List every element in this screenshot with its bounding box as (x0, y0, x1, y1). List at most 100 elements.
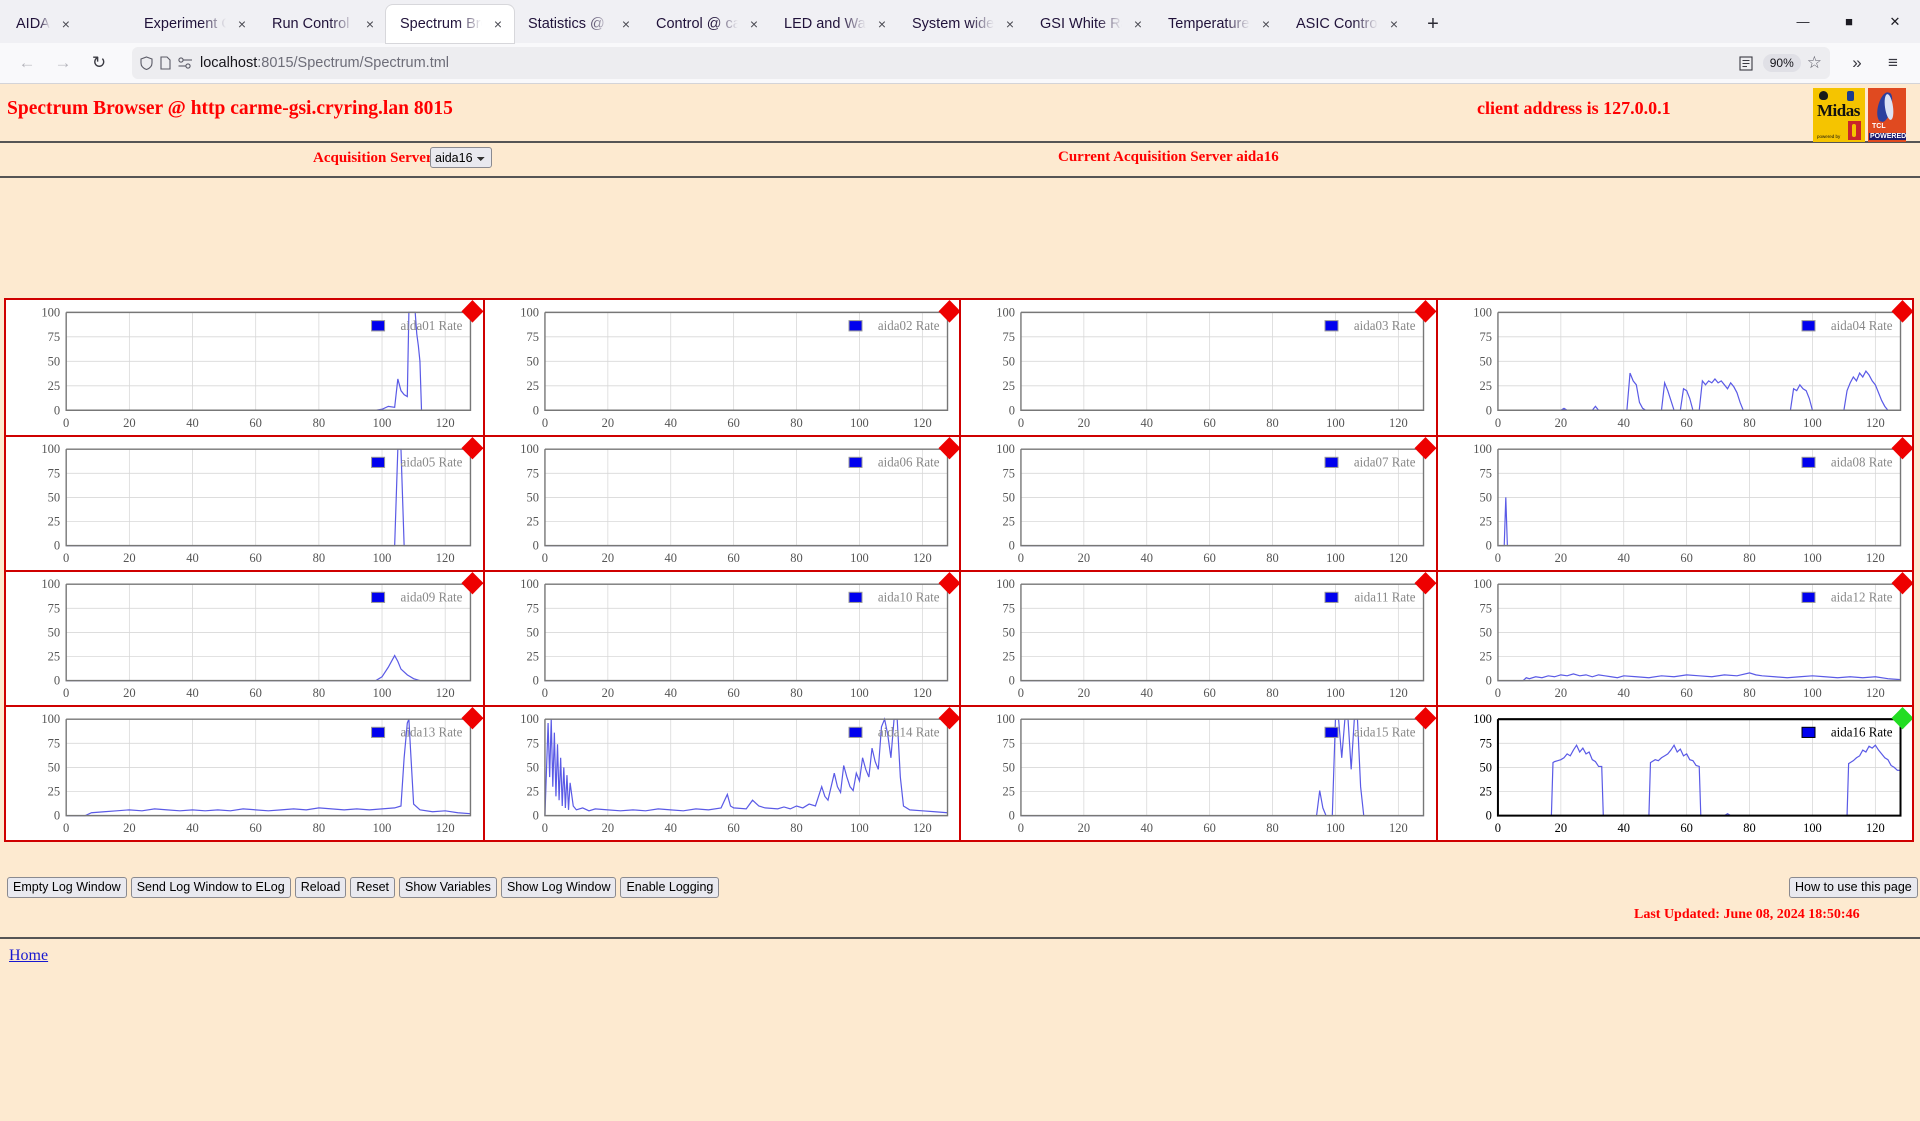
window-maximize-button[interactable]: ■ (1826, 0, 1872, 43)
tab-close-icon[interactable]: × (872, 14, 892, 34)
spectrum-panel[interactable]: 0 25 50 75 100 0 20 40 60 80 100 120 aida02 Rate (482, 300, 959, 435)
browser-tab[interactable]: Temperature and status × (1154, 5, 1282, 43)
browser-tab[interactable]: ASIC Control @ carme-g × (1282, 5, 1410, 43)
svg-text:20: 20 (123, 551, 136, 565)
footer-button[interactable]: Show Variables (399, 877, 497, 898)
shield-icon[interactable] (140, 56, 153, 70)
panel-marker-icon[interactable] (938, 707, 959, 730)
panel-marker-icon[interactable] (1414, 437, 1436, 460)
panel-marker-icon[interactable] (1414, 572, 1436, 595)
browser-tab[interactable]: Spectrum Browser @ carme × (386, 5, 514, 43)
spectrum-panel[interactable]: 0 25 50 75 100 0 20 40 60 80 100 120 aida07 Rate (959, 437, 1436, 570)
how-to-use-button[interactable]: How to use this page (1789, 877, 1918, 898)
spectrum-panel[interactable]: 0 25 50 75 100 0 20 40 60 80 100 120 aida01 Rate (6, 300, 483, 435)
window-minimize-button[interactable]: — (1780, 0, 1826, 43)
panel-marker-icon[interactable] (1414, 707, 1436, 730)
panel-marker-icon[interactable] (461, 437, 483, 460)
divider-footer (0, 937, 1920, 939)
spectrum-panel[interactable]: 0 25 50 75 100 0 20 40 60 80 100 120 aida06 Rate (482, 437, 959, 570)
reload-icon[interactable]: ↻ (82, 47, 116, 79)
tab-close-icon[interactable]: × (488, 14, 508, 34)
spectrum-plot[interactable]: 0 25 50 75 100 0 20 40 60 80 100 120 aida02 Rate (485, 300, 959, 435)
spectrum-plot[interactable]: 0 25 50 75 100 0 20 40 60 80 100 120 aida10 Rate (485, 572, 959, 705)
spectrum-plot[interactable]: 0 25 50 75 100 0 20 40 60 80 100 120 aida14 Rate (485, 707, 959, 840)
browser-tab[interactable]: Statistics @ carme-gsi × (514, 5, 642, 43)
tab-close-icon[interactable]: × (1128, 14, 1148, 34)
spectrum-plot[interactable]: 0 25 50 75 100 0 20 40 60 80 100 120 aida07 Rate (961, 437, 1436, 570)
page-icon[interactable] (160, 56, 171, 70)
spectrum-panel[interactable]: 0 25 50 75 100 0 20 40 60 80 100 120 aida15 Rate (959, 707, 1436, 840)
spectrum-panel[interactable]: 0 25 50 75 100 0 20 40 60 80 100 120 aida03 Rate (959, 300, 1436, 435)
spectrum-plot[interactable]: 0 25 50 75 100 0 20 40 60 80 100 120 aida11 Rate (961, 572, 1436, 705)
zoom-level-badge[interactable]: 90% (1762, 54, 1801, 72)
panel-marker-icon[interactable] (938, 300, 959, 323)
spectrum-panel[interactable]: 0 25 50 75 100 0 20 40 60 80 100 120 aida14 Rate (482, 707, 959, 840)
panel-marker-icon[interactable] (938, 437, 959, 460)
tab-close-icon[interactable]: × (1000, 14, 1020, 34)
panel-marker-icon[interactable] (938, 572, 959, 595)
panel-marker-icon[interactable] (461, 300, 483, 323)
tab-close-icon[interactable]: × (1256, 14, 1276, 34)
footer-button[interactable]: Reset (350, 877, 395, 898)
spectrum-panel[interactable]: 0 25 50 75 100 0 20 40 60 80 100 120 aida09 Rate (6, 572, 483, 705)
panel-marker-icon[interactable] (1891, 437, 1912, 460)
footer-button[interactable]: Reload (294, 877, 347, 898)
tab-close-icon[interactable]: × (360, 14, 380, 34)
tab-close-icon[interactable]: × (56, 14, 76, 34)
spectrum-panel[interactable]: 0 25 50 75 100 0 20 40 60 80 100 120 aida08 Rate (1435, 437, 1912, 570)
panel-selected-marker-icon[interactable] (1891, 707, 1912, 730)
spectrum-plot[interactable]: 0 25 50 75 100 0 20 40 60 80 100 120 aida08 Rate (1438, 437, 1912, 570)
permissions-icon[interactable] (178, 57, 193, 69)
spectrum-panel[interactable]: 0 25 50 75 100 0 20 40 60 80 100 120 aida13 Rate (6, 707, 483, 840)
spectrum-panel[interactable]: 0 25 50 75 100 0 20 40 60 80 100 120 aida12 Rate (1435, 572, 1912, 705)
footer-button[interactable]: Show Log Window (500, 877, 617, 898)
overflow-icon[interactable]: » (1840, 47, 1874, 79)
spectrum-plot[interactable]: 0 25 50 75 100 0 20 40 60 80 100 120 aida09 Rate (6, 572, 483, 705)
spectrum-plot[interactable]: 0 25 50 75 100 0 20 40 60 80 100 120 aida15 Rate (961, 707, 1436, 840)
browser-tab[interactable]: AIDA × (2, 5, 130, 43)
spectrum-plot[interactable]: 0 25 50 75 100 0 20 40 60 80 100 120 aida05 Rate (6, 437, 483, 570)
bookmark-star-icon[interactable]: ☆ (1807, 53, 1822, 73)
new-tab-button[interactable]: + (1416, 8, 1450, 40)
legend-swatch (1801, 320, 1816, 332)
panel-marker-icon[interactable] (1891, 572, 1912, 595)
app-menu-icon[interactable]: ≡ (1876, 47, 1910, 79)
acquisition-server-select[interactable]: aida16 (430, 147, 492, 168)
spectrum-panel[interactable]: 0 25 50 75 100 0 20 40 60 80 100 120 aida11 Rate (959, 572, 1436, 705)
tab-close-icon[interactable]: × (744, 14, 764, 34)
tab-close-icon[interactable]: × (1384, 14, 1404, 34)
spectrum-panel[interactable]: 0 25 50 75 100 0 20 40 60 80 100 120 aida05 Rate (6, 437, 483, 570)
forward-icon[interactable]: → (46, 47, 80, 79)
browser-tab[interactable]: GSI White Rabbit Time × (1026, 5, 1154, 43)
tab-close-icon[interactable]: × (232, 14, 252, 34)
spectrum-plot[interactable]: 0 25 50 75 100 0 20 40 60 80 100 120 aida03 Rate (961, 300, 1436, 435)
spectrum-plot[interactable]: 0 25 50 75 100 0 20 40 60 80 100 120 aida06 Rate (485, 437, 959, 570)
footer-button[interactable]: Send Log Window to ELog (130, 877, 291, 898)
browser-tab[interactable]: System wide Checks @ c × (898, 5, 1026, 43)
window-close-button[interactable]: ✕ (1872, 0, 1918, 43)
spectrum-panel[interactable]: 0 25 50 75 100 0 20 40 60 80 100 120 aida10 Rate (482, 572, 959, 705)
spectrum-plot[interactable]: 0 25 50 75 100 0 20 40 60 80 100 120 aida04 Rate (1438, 300, 1912, 435)
panel-marker-icon[interactable] (1414, 300, 1436, 323)
panel-marker-icon[interactable] (461, 572, 483, 595)
reader-view-icon[interactable] (1739, 55, 1753, 71)
spectrum-plot[interactable]: 0 25 50 75 100 0 20 40 60 80 100 120 aida16 Rate (1438, 707, 1912, 840)
spectrum-plot[interactable]: 0 25 50 75 100 0 20 40 60 80 100 120 aida12 Rate (1438, 572, 1912, 705)
tab-close-icon[interactable]: × (616, 14, 636, 34)
spectrum-plot[interactable]: 0 25 50 75 100 0 20 40 60 80 100 120 aida01 Rate (6, 300, 483, 435)
spectrum-panel[interactable]: 0 25 50 75 100 0 20 40 60 80 100 120 aida16 Rate (1435, 707, 1912, 840)
spectrum-plot[interactable]: 0 25 50 75 100 0 20 40 60 80 100 120 aida13 Rate (6, 707, 483, 840)
footer-button[interactable]: Empty Log Window (7, 877, 127, 898)
spectrum-panel[interactable]: 0 25 50 75 100 0 20 40 60 80 100 120 aida04 Rate (1435, 300, 1912, 435)
home-link[interactable]: Home (9, 947, 48, 965)
panel-marker-icon[interactable] (1891, 300, 1912, 323)
svg-text:120: 120 (912, 821, 931, 835)
back-icon[interactable]: ← (10, 47, 44, 79)
browser-tab[interactable]: Control @ carme-gsi.cry × (642, 5, 770, 43)
panel-marker-icon[interactable] (461, 707, 483, 730)
browser-tab[interactable]: Experiment Control @ carme-gs × (130, 5, 258, 43)
url-bar[interactable]: localhost:8015/Spectrum/Spectrum.tml 90%… (132, 47, 1830, 79)
browser-tab[interactable]: Run Control @ carme-gsi × (258, 5, 386, 43)
browser-tab[interactable]: LED and Waveform Cont × (770, 5, 898, 43)
footer-button[interactable]: Enable Logging (620, 877, 720, 898)
